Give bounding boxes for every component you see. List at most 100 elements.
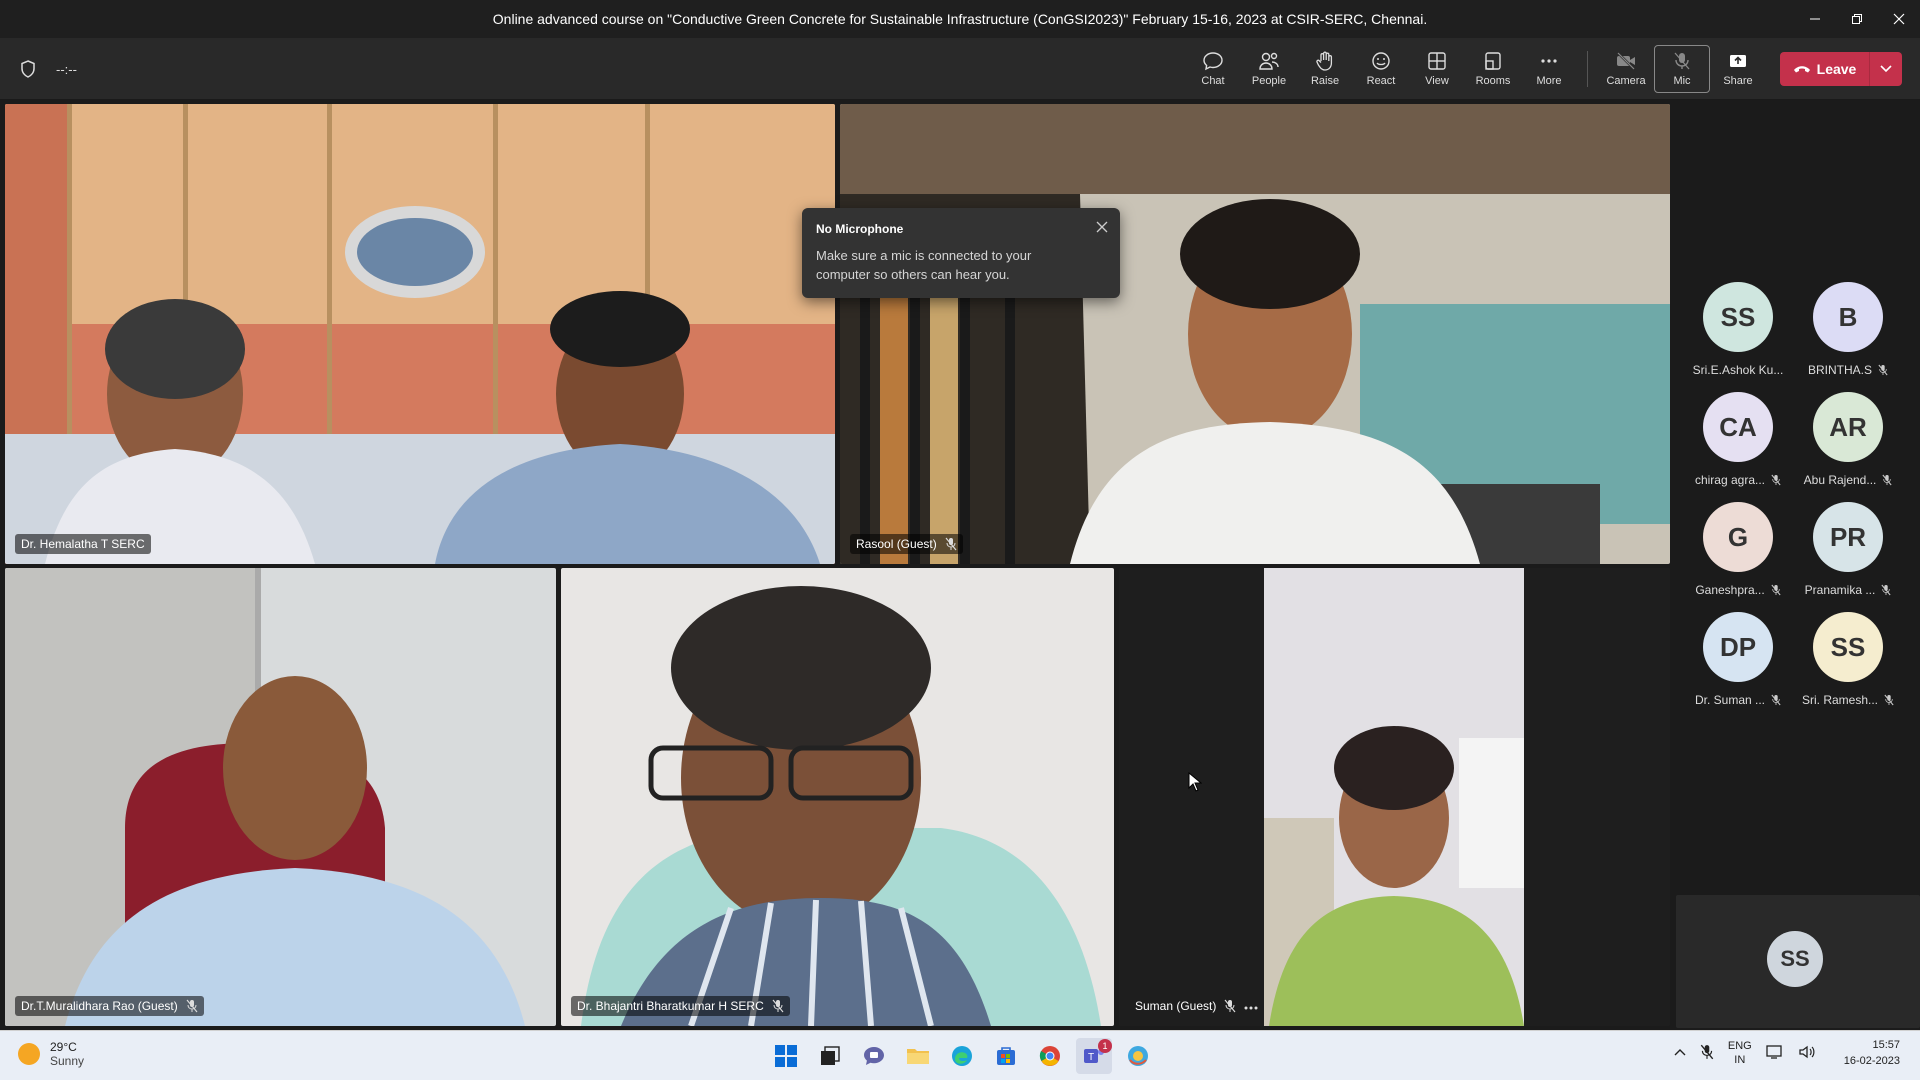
chat-label: Chat <box>1201 75 1225 87</box>
mic-muted-icon <box>1882 474 1892 486</box>
meeting-timer: --:-- <box>56 62 77 77</box>
no-microphone-notification: No Microphone Make sure a mic is connect… <box>802 208 1120 298</box>
video-feed-image <box>561 568 1114 1026</box>
react-button[interactable]: React <box>1353 45 1409 93</box>
participant-name-text: Ganeshpra... <box>1695 583 1765 597</box>
video-stage: Dr. Hemalatha T SERC Rasool (Guest) No M… <box>0 100 1920 1030</box>
video-feed-image <box>1119 568 1670 1026</box>
video-tile[interactable]: Dr. Hemalatha T SERC <box>5 104 835 564</box>
mic-muted-icon <box>1884 694 1894 706</box>
close-icon[interactable] <box>1096 220 1108 238</box>
participant-avatar-item[interactable]: B BRINTHA.S <box>1788 282 1908 392</box>
file-explorer-icon[interactable] <box>900 1038 936 1074</box>
mic-muted-icon <box>1771 584 1781 596</box>
sun-icon <box>18 1043 40 1065</box>
paint-app-icon[interactable] <box>1120 1038 1156 1074</box>
title-bar: Online advanced course on "Conductive Gr… <box>0 0 1920 38</box>
restore-button[interactable] <box>1836 0 1878 38</box>
temperature: 29°C <box>50 1040 77 1054</box>
avatar: G <box>1703 502 1773 572</box>
meeting-title: Online advanced course on "Conductive Gr… <box>492 11 1428 27</box>
volume-icon[interactable] <box>1798 1044 1816 1063</box>
teams-chat-icon[interactable] <box>856 1038 892 1074</box>
minimize-button[interactable] <box>1794 0 1836 38</box>
raise-hand-button[interactable]: Raise <box>1297 45 1353 93</box>
mic-muted-icon <box>772 999 784 1013</box>
mic-muted-icon <box>1224 999 1236 1013</box>
mic-muted-icon <box>186 999 198 1013</box>
phone-hangup-icon <box>1793 66 1810 73</box>
network-icon[interactable] <box>1766 1044 1784 1063</box>
camera-button[interactable]: Camera <box>1598 45 1654 93</box>
participant-avatar-item[interactable]: CA chirag agra... <box>1678 392 1798 502</box>
share-button[interactable]: Share <box>1710 45 1766 93</box>
participant-avatar-item[interactable]: PR Pranamika ... <box>1788 502 1908 612</box>
system-clock[interactable]: 15:57 16-02-2023 <box>1844 1037 1900 1069</box>
participant-name-label: Dr. Hemalatha T SERC <box>15 534 151 554</box>
participant-avatar-grid: SS Sri.E.Ashok Ku... B BRINTHA.S CA chir… <box>1676 100 1920 890</box>
mic-muted-icon <box>1771 474 1781 486</box>
rooms-button[interactable]: Rooms <box>1465 45 1521 93</box>
participant-name: Dr. Suman ... <box>1678 693 1798 707</box>
avatar: B <box>1813 282 1883 352</box>
more-button[interactable]: More <box>1521 45 1577 93</box>
share-icon <box>1730 55 1746 67</box>
participant-avatar-item[interactable]: SS Sri. Ramesh... <box>1788 612 1908 722</box>
people-button[interactable]: People <box>1241 45 1297 93</box>
task-view-icon[interactable] <box>812 1038 848 1074</box>
avatar: AR <box>1813 392 1883 462</box>
meeting-toolbar: --:-- Chat People Raise React View Rooms… <box>0 38 1920 100</box>
leave-options-chevron[interactable] <box>1870 65 1902 73</box>
start-icon[interactable] <box>768 1038 804 1074</box>
participant-name-text: Sri.E.Ashok Ku... <box>1692 363 1784 377</box>
react-label: React <box>1366 75 1396 87</box>
participant-name-text: BRINTHA.S <box>1807 363 1872 377</box>
clock-date: 16-02-2023 <box>1843 1055 1900 1067</box>
toolbar-divider <box>1587 51 1588 87</box>
participant-name-text: Sri. Ramesh... <box>1801 693 1879 707</box>
more-label: More <box>1536 75 1562 87</box>
taskbar-apps: T 1 <box>768 1038 1156 1074</box>
participant-name: Dr.T.Muralidhara Rao (Guest) <box>21 999 178 1013</box>
chevron-up-icon[interactable] <box>1674 1047 1686 1059</box>
language-indicator[interactable]: ENG IN <box>1728 1039 1752 1067</box>
view-button[interactable]: View <box>1409 45 1465 93</box>
self-video-tile[interactable]: SS <box>1676 895 1920 1028</box>
shield-icon[interactable] <box>20 60 36 83</box>
chat-icon <box>1203 52 1223 71</box>
chrome-icon[interactable] <box>1032 1038 1068 1074</box>
hand-icon <box>1316 51 1333 71</box>
rooms-icon <box>1485 52 1501 70</box>
leave-button[interactable]: Leave <box>1780 52 1902 86</box>
mic-icon[interactable] <box>1700 1044 1714 1063</box>
weather-widget[interactable]: 29°C Sunny <box>18 1040 84 1068</box>
participant-avatar-item[interactable]: G Ganeshpra... <box>1678 502 1798 612</box>
participant-name: Pranamika ... <box>1788 583 1908 597</box>
video-tile[interactable]: Dr.T.Muralidhara Rao (Guest) <box>5 568 556 1026</box>
leave-label: Leave <box>1816 61 1857 77</box>
participant-name: Suman (Guest) <box>1135 999 1217 1013</box>
participant-name: Dr. Bhajantri Bharatkumar H SERC <box>577 999 764 1013</box>
participant-name-label: Dr. Bhajantri Bharatkumar H SERC <box>571 996 790 1016</box>
video-tile[interactable]: Suman (Guest) <box>1119 568 1670 1026</box>
video-tile[interactable]: Rasool (Guest) <box>840 104 1670 564</box>
teams-icon[interactable]: T 1 <box>1076 1038 1112 1074</box>
participant-avatar-item[interactable]: DP Dr. Suman ... <box>1678 612 1798 722</box>
more-options-icon[interactable] <box>1244 999 1258 1013</box>
participant-name: chirag agra... <box>1678 473 1798 487</box>
participant-avatar-item[interactable]: AR Abu Rajend... <box>1788 392 1908 502</box>
mic-muted-icon <box>1771 694 1781 706</box>
language-code: ENG <box>1727 1040 1752 1052</box>
avatar: SS <box>1767 931 1823 987</box>
mic-button[interactable]: Mic <box>1654 45 1710 93</box>
edge-icon[interactable] <box>944 1038 980 1074</box>
chat-button[interactable]: Chat <box>1185 45 1241 93</box>
raise-label: Raise <box>1310 75 1340 87</box>
close-window-button[interactable] <box>1878 0 1920 38</box>
microsoft-store-icon[interactable] <box>988 1038 1024 1074</box>
participant-avatar-item[interactable]: SS Sri.E.Ashok Ku... <box>1678 282 1798 392</box>
leave-main[interactable]: Leave <box>1780 52 1870 86</box>
mic-label: Mic <box>1673 75 1691 87</box>
more-icon <box>1541 59 1557 63</box>
video-tile[interactable]: Dr. Bhajantri Bharatkumar H SERC <box>561 568 1114 1026</box>
